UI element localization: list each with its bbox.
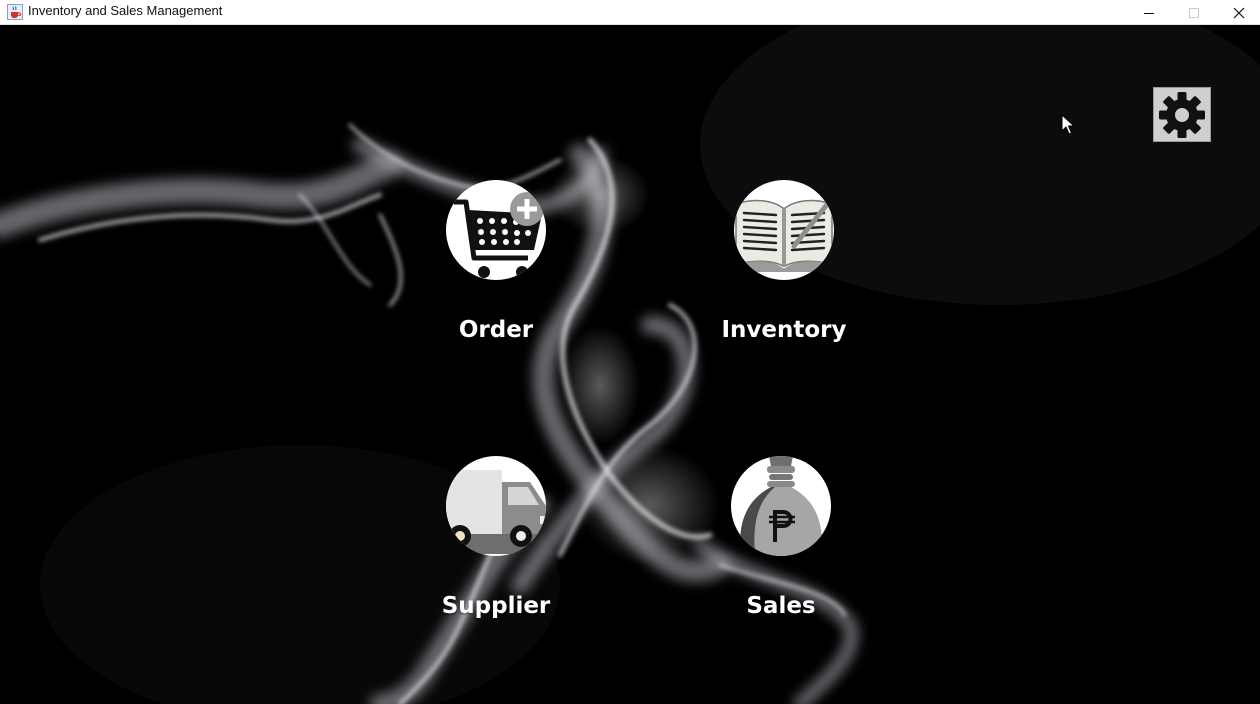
money-bag-peso-icon: [740, 456, 822, 556]
maximize-button[interactable]: [1171, 0, 1217, 25]
supplier-label: Supplier: [441, 593, 551, 619]
sales-icon-circle[interactable]: [731, 456, 831, 556]
supplier-icon-circle[interactable]: [446, 456, 546, 556]
inventory-label: Inventory: [721, 317, 847, 343]
maximize-icon: [1189, 7, 1199, 18]
supplier-menu-button[interactable]: Supplier: [406, 456, 586, 620]
close-button[interactable]: [1216, 0, 1260, 25]
inventory-icon-circle[interactable]: [734, 180, 834, 280]
inventory-menu-button[interactable]: Inventory: [694, 180, 874, 344]
close-icon: [1233, 7, 1245, 18]
settings-button[interactable]: [1153, 87, 1211, 142]
minimize-button[interactable]: [1126, 0, 1172, 25]
mouse-cursor-icon: [1061, 114, 1075, 135]
shopping-cart-add-icon: [454, 192, 544, 278]
main-panel: Order Inventory Supplier Sales: [0, 25, 1260, 704]
order-label: Order: [458, 317, 534, 343]
open-book-icon: [735, 199, 833, 272]
java-cup-icon: [7, 4, 23, 20]
order-menu-button[interactable]: Order: [406, 180, 586, 344]
window-titlebar: Inventory and Sales Management: [0, 0, 1260, 25]
order-icon-circle[interactable]: [446, 180, 546, 280]
delivery-truck-icon: [446, 470, 546, 554]
sales-menu-button[interactable]: Sales: [691, 456, 871, 620]
window-title: Inventory and Sales Management: [28, 3, 223, 18]
sales-label: Sales: [746, 593, 816, 619]
gear-icon: [1159, 91, 1205, 138]
minimize-icon: [1144, 12, 1154, 14]
